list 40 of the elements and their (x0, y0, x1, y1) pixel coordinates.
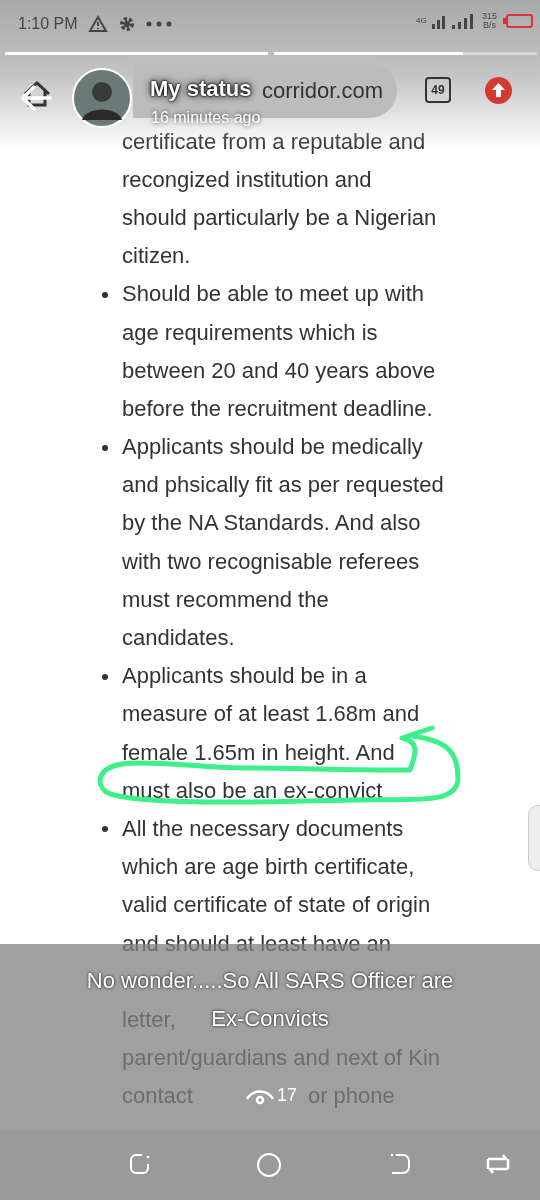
status-caption: Ex-Convicts (211, 1005, 329, 1033)
settings-icon (117, 15, 136, 33)
list-text-line: valid certificate of state of origin (122, 891, 431, 920)
list-text-line: Applicants should be in a (122, 662, 367, 691)
list-text-line: before the recruitment deadline. (122, 394, 433, 423)
speed-value: 315 (482, 12, 498, 21)
list-text-line: by the NA Standards. And also (122, 509, 421, 538)
more-icon (145, 21, 172, 27)
list-text-line: age requirements which is (122, 318, 378, 347)
avatar[interactable] (72, 68, 132, 128)
list-text-line: certificate from a reputable and (122, 127, 426, 156)
list-text-line: candidates. (122, 624, 235, 653)
view-count: 17 (277, 1084, 298, 1107)
list-text-line: measure of at least 1.68m and (122, 700, 420, 729)
list-text-line: female 1.65m in height. And (122, 738, 395, 767)
signal-icon (432, 12, 476, 30)
clock: 1:10 PM (18, 14, 78, 34)
back-button-icon[interactable] (388, 1152, 412, 1176)
recents-icon[interactable] (128, 1152, 152, 1176)
warning-icon (87, 15, 108, 33)
list-text-line: citizen. (122, 242, 191, 271)
tab-count-badge[interactable]: 49 (425, 77, 451, 103)
list-text-line: between 20 and 40 years above (122, 356, 436, 385)
list-text-line: Should be able to meet up with (122, 280, 425, 309)
url-text: corridor.com (261, 77, 383, 105)
upload-icon[interactable] (485, 77, 512, 104)
list-text-line: recongized institution and (122, 165, 372, 194)
list-text-line: which are age birth certificate, (122, 853, 415, 882)
network-label: 4G (416, 17, 426, 25)
list-text-line: Applicants should be medically (122, 433, 423, 462)
list-text-line: and phsically fit as per requested (122, 471, 444, 500)
list-text-line: All the necessary documents (122, 814, 404, 843)
list-text-line: with two recognisable referees (122, 547, 420, 576)
speed-unit: B/s (483, 21, 496, 30)
status-caption: No wonder.....So All SARS Officer are (86, 967, 454, 995)
home-button-icon[interactable] (256, 1152, 282, 1178)
battery-icon (503, 14, 534, 28)
list-text-line: must recommend the (122, 585, 329, 614)
list-text-line: should particularly be a Nigerian (122, 203, 437, 232)
status-title: My status (150, 75, 252, 103)
